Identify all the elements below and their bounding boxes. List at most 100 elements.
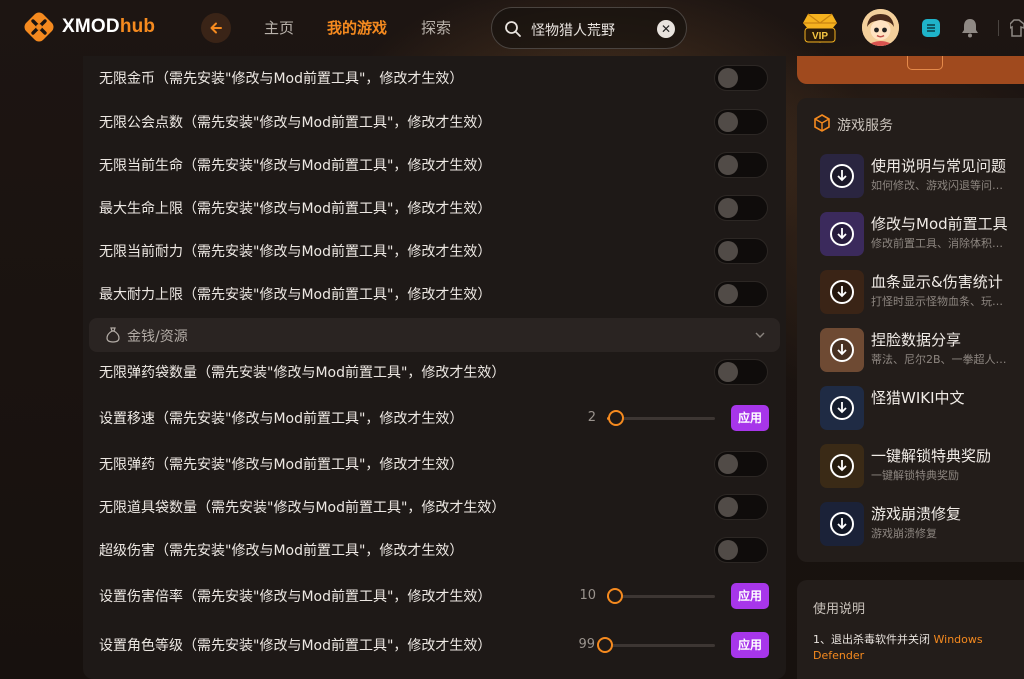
- cheat-label: 超级伤害（需先安装"修改与Mod前置工具"，修改才生效）: [99, 543, 464, 559]
- service-item[interactable]: 怪猎WIKI中文: [797, 382, 1024, 432]
- brand-logo[interactable]: XMODhub: [24, 12, 155, 42]
- service-thumbnail: [820, 386, 864, 430]
- cheat-row: 超级伤害（需先安装"修改与Mod前置工具"，修改才生效）: [83, 530, 786, 570]
- cheat-row: 无限金币（需先安装"修改与Mod前置工具"，修改才生效）: [83, 58, 786, 98]
- value-slider[interactable]: [599, 644, 715, 647]
- cheat-toggle[interactable]: [714, 152, 768, 178]
- service-title: 修改与Mod前置工具: [871, 215, 1008, 233]
- avatar-face-icon: [862, 9, 899, 46]
- cheat-row-slider: 设置移速（需先安装"修改与Mod前置工具"，修改才生效） 2 应用: [83, 398, 786, 438]
- cheat-label: 无限当前耐力（需先安装"修改与Mod前置工具"，修改才生效）: [99, 244, 492, 260]
- arrow-down-icon: [837, 286, 847, 298]
- service-item[interactable]: 血条显示&伤害统计 打怪时显示怪物血条、玩…: [797, 266, 1024, 316]
- service-thumbnail: [820, 154, 864, 198]
- cheat-row-slider: 设置角色等级（需先安装"修改与Mod前置工具"，修改才生效） 99 应用: [83, 625, 786, 665]
- services-box-icon: [814, 114, 830, 132]
- arrow-down-icon: [837, 228, 847, 240]
- service-item[interactable]: 游戏崩溃修复 游戏崩溃修复: [797, 498, 1024, 548]
- cheat-row: 无限公会点数（需先安装"修改与Mod前置工具"，修改才生效）: [83, 102, 786, 142]
- cheat-row: 无限道具袋数量（需先安装"修改与Mod前置工具"，修改才生效）: [83, 487, 786, 527]
- cheat-label: 无限弹药袋数量（需先安装"修改与Mod前置工具"，修改才生效）: [99, 365, 506, 381]
- cheat-toggle[interactable]: [714, 494, 768, 520]
- service-item[interactable]: 使用说明与常见问题 如何修改、游戏闪退等问…: [797, 150, 1024, 200]
- cheat-label: 设置移速（需先安装"修改与Mod前置工具"，修改才生效）: [99, 411, 464, 427]
- cheat-label: 无限金币（需先安装"修改与Mod前置工具"，修改才生效）: [99, 71, 464, 87]
- game-services-panel: 游戏服务 使用说明与常见问题 如何修改、游戏闪退等问… 修改与Mod前置工具 修…: [797, 98, 1024, 562]
- cheat-label: 设置角色等级（需先安装"修改与Mod前置工具"，修改才生效）: [99, 638, 492, 654]
- arrow-down-icon: [837, 344, 847, 356]
- promo-banner[interactable]: [797, 56, 1024, 84]
- toggle-knob: [718, 241, 738, 261]
- app-shortcut-icon[interactable]: [922, 19, 940, 37]
- cheat-toggle[interactable]: [714, 281, 768, 307]
- app-bars-icon: [927, 24, 935, 32]
- back-button[interactable]: [201, 13, 231, 43]
- download-icon: [830, 338, 854, 362]
- service-subtitle: 一键解锁特典奖励: [871, 469, 959, 482]
- cheat-toggle[interactable]: [714, 359, 768, 385]
- services-title: 游戏服务: [837, 118, 893, 134]
- arrow-down-icon: [837, 518, 847, 530]
- cheat-label: 无限弹药（需先安装"修改与Mod前置工具"，修改才生效）: [99, 457, 464, 473]
- slider-value: 99: [578, 637, 595, 652]
- search-icon: [505, 21, 521, 37]
- apply-button[interactable]: 应用: [731, 583, 769, 609]
- cheat-toggle[interactable]: [714, 65, 768, 91]
- slider-thumb[interactable]: [607, 588, 624, 604]
- brand-name-part1: XMOD: [62, 16, 120, 37]
- chevron-down-icon: [755, 332, 765, 338]
- service-title: 一键解锁特典奖励: [871, 447, 992, 465]
- arrow-left-icon: [210, 22, 222, 34]
- toggle-knob: [718, 362, 738, 382]
- section-header-money[interactable]: 金钱/资源: [89, 318, 780, 352]
- slider-thumb[interactable]: [608, 410, 625, 426]
- search-box[interactable]: 怪物猎人荒野 ✕: [491, 7, 687, 49]
- toggle-knob: [718, 112, 738, 132]
- slider-value: 10: [579, 588, 596, 603]
- service-title: 游戏崩溃修复: [871, 505, 962, 523]
- service-thumbnail: [820, 328, 864, 372]
- nav-home[interactable]: 主页: [264, 17, 294, 38]
- service-thumbnail: [820, 444, 864, 488]
- cheat-toggle[interactable]: [714, 109, 768, 135]
- section-label: 金钱/资源: [127, 329, 188, 345]
- slider-thumb[interactable]: [597, 637, 613, 653]
- cheat-row: 无限弹药袋数量（需先安装"修改与Mod前置工具"，修改才生效）: [83, 352, 786, 392]
- cheat-row: 最大生命上限（需先安装"修改与Mod前置工具"，修改才生效）: [83, 188, 786, 228]
- cheat-toggle[interactable]: [714, 195, 768, 221]
- money-bag-icon: [106, 327, 120, 343]
- toggle-knob: [718, 454, 738, 474]
- cheat-label: 最大生命上限（需先安装"修改与Mod前置工具"，修改才生效）: [99, 201, 492, 217]
- slider-value: 2: [587, 410, 596, 425]
- value-slider[interactable]: [607, 595, 715, 598]
- service-subtitle: 修改前置工具、消除体积…: [871, 237, 1003, 250]
- nav-my-games[interactable]: 我的游戏: [327, 17, 387, 38]
- brand-name-part2: hub: [119, 16, 156, 37]
- service-title: 捏脸数据分享: [871, 331, 962, 349]
- skin-icon[interactable]: [1010, 17, 1024, 39]
- cheat-toggle[interactable]: [714, 238, 768, 264]
- search-input[interactable]: 怪物猎人荒野: [531, 20, 615, 40]
- nav-explore[interactable]: 探索: [421, 17, 451, 38]
- apply-button[interactable]: 应用: [731, 405, 769, 431]
- arrow-down-icon: [837, 402, 847, 414]
- service-item[interactable]: 捏脸数据分享 蒂法、尼尔2B、一拳超人…: [797, 324, 1024, 374]
- toggle-knob: [718, 198, 738, 218]
- service-thumbnail: [820, 502, 864, 546]
- service-thumbnail: [820, 212, 864, 256]
- cheat-toggle[interactable]: [714, 451, 768, 477]
- service-subtitle: 打怪时显示怪物血条、玩…: [871, 295, 1003, 308]
- cheat-row: 无限当前耐力（需先安装"修改与Mod前置工具"，修改才生效）: [83, 231, 786, 271]
- cheat-label: 设置伤害倍率（需先安装"修改与Mod前置工具"，修改才生效）: [99, 589, 492, 605]
- apply-button[interactable]: 应用: [731, 632, 769, 658]
- clear-search-icon[interactable]: ✕: [657, 20, 675, 38]
- cheat-row-slider: 设置伤害倍率（需先安装"修改与Mod前置工具"，修改才生效） 10 应用: [83, 576, 786, 616]
- service-item[interactable]: 一键解锁特典奖励 一键解锁特典奖励: [797, 440, 1024, 490]
- download-icon: [830, 164, 854, 188]
- vip-badge-icon[interactable]: VIP: [801, 10, 839, 46]
- service-item[interactable]: 修改与Mod前置工具 修改前置工具、消除体积…: [797, 208, 1024, 258]
- user-avatar[interactable]: [862, 9, 899, 46]
- toggle-knob: [718, 284, 738, 304]
- notification-bell-icon[interactable]: [958, 16, 982, 40]
- cheat-toggle[interactable]: [714, 537, 768, 563]
